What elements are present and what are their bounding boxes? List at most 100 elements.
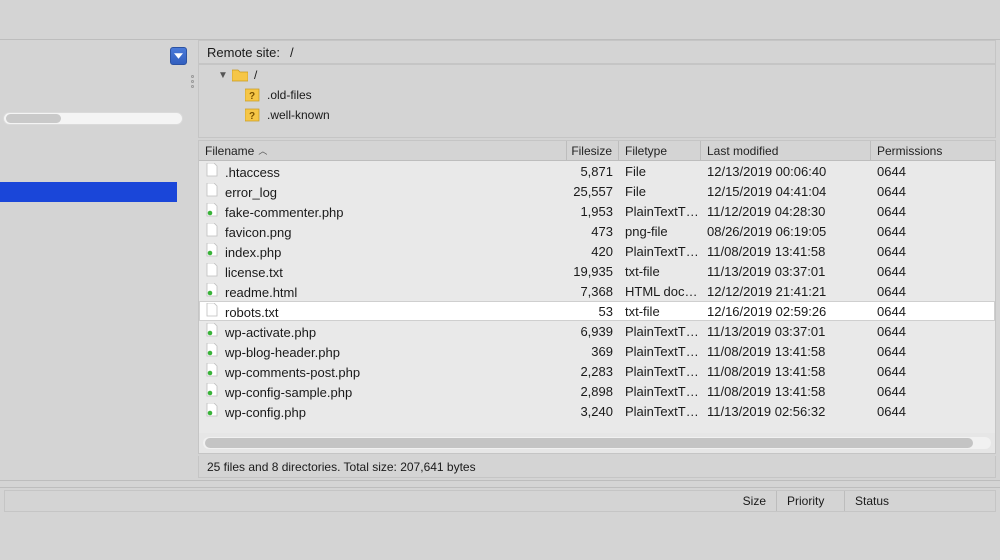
local-selected-row[interactable] bbox=[0, 182, 177, 202]
file-type: PlainTextT… bbox=[619, 364, 701, 379]
file-modified: 11/08/2019 13:41:58 bbox=[701, 384, 871, 399]
file-modified: 11/13/2019 03:37:01 bbox=[701, 324, 871, 339]
file-type: PlainTextT… bbox=[619, 404, 701, 419]
disclosure-triangle-icon[interactable]: ▼ bbox=[217, 70, 229, 81]
file-icon bbox=[205, 403, 219, 417]
file-permissions: 0644 bbox=[871, 344, 981, 359]
file-type: png-file bbox=[619, 224, 701, 239]
file-icon bbox=[205, 343, 219, 357]
file-permissions: 0644 bbox=[871, 384, 981, 399]
file-row[interactable]: fake-commenter.php1,953PlainTextT…11/12/… bbox=[199, 201, 995, 221]
file-listing-header[interactable]: Filename ︿ Filesize Filetype Last modifi… bbox=[199, 141, 995, 161]
file-modified: 11/13/2019 02:56:32 bbox=[701, 404, 871, 419]
file-name: wp-config.php bbox=[225, 405, 306, 420]
file-icon bbox=[205, 163, 219, 177]
file-row[interactable]: license.txt19,935txt-file11/13/2019 03:3… bbox=[199, 261, 995, 281]
local-site-dropdown-button[interactable] bbox=[170, 47, 187, 65]
file-name: wp-comments-post.php bbox=[225, 365, 360, 380]
queue-column-size[interactable]: Size bbox=[709, 491, 777, 511]
file-row[interactable]: readme.html7,368HTML doc…12/12/2019 21:4… bbox=[199, 281, 995, 301]
file-size: 473 bbox=[567, 224, 619, 239]
file-listing-horizontal-scrollbar[interactable] bbox=[203, 437, 991, 449]
file-listing-body[interactable]: .htaccess5,871File12/13/2019 00:06:40064… bbox=[199, 161, 995, 433]
remote-file-listing: Filename ︿ Filesize Filetype Last modifi… bbox=[198, 140, 996, 454]
unknown-folder-icon: ? bbox=[245, 88, 261, 102]
file-size: 7,368 bbox=[567, 284, 619, 299]
file-row[interactable]: favicon.png 473png-file08/26/2019 06:19:0… bbox=[199, 221, 995, 241]
column-header-filetype[interactable]: Filetype bbox=[619, 141, 701, 160]
file-type: File bbox=[619, 184, 701, 199]
file-icon bbox=[205, 383, 219, 397]
column-header-permissions[interactable]: Permissions bbox=[871, 141, 981, 160]
file-row[interactable]: wp-config.php 3,240PlainTextT…11/13/2019 … bbox=[199, 401, 995, 421]
file-size: 2,898 bbox=[567, 384, 619, 399]
local-tree-scrollbar[interactable] bbox=[3, 112, 183, 125]
file-row[interactable]: wp-blog-header.php369PlainTextT…11/08/20… bbox=[199, 341, 995, 361]
file-row[interactable]: wp-config-sample.php2,898PlainTextT…11/0… bbox=[199, 381, 995, 401]
status-text: 25 files and 8 directories. Total size: … bbox=[207, 460, 476, 474]
file-name: wp-activate.php bbox=[225, 325, 316, 340]
file-modified: 08/26/2019 06:19:05 bbox=[701, 224, 871, 239]
tree-child-row[interactable]: ? .well-known bbox=[199, 105, 995, 125]
tree-item-label: .well-known bbox=[267, 108, 330, 122]
tree-item-label: .old-files bbox=[267, 88, 312, 102]
file-row[interactable]: robots.txt53txt-file12/16/2019 02:59:260… bbox=[199, 301, 995, 321]
file-row[interactable]: index.php420PlainTextT…11/08/2019 13:41:… bbox=[199, 241, 995, 261]
vertical-splitter[interactable] bbox=[188, 68, 196, 94]
file-permissions: 0644 bbox=[871, 184, 981, 199]
file-size: 25,557 bbox=[567, 184, 619, 199]
file-permissions: 0644 bbox=[871, 364, 981, 379]
file-name: robots.txt bbox=[225, 305, 278, 320]
file-size: 5,871 bbox=[567, 164, 619, 179]
sort-ascending-icon: ︿ bbox=[258, 144, 267, 157]
remote-site-path-input[interactable]: / bbox=[286, 43, 995, 62]
file-row[interactable]: wp-comments-post.php2,283PlainTextT…11/0… bbox=[199, 361, 995, 381]
horizontal-splitter[interactable] bbox=[0, 480, 1000, 488]
column-header-filename[interactable]: Filename ︿ bbox=[199, 141, 567, 160]
file-modified: 11/08/2019 13:41:58 bbox=[701, 244, 871, 259]
file-icon bbox=[205, 203, 219, 217]
file-name: fake-commenter.php bbox=[225, 205, 344, 220]
file-name: wp-config-sample.php bbox=[225, 385, 352, 400]
file-name: error_log bbox=[225, 185, 277, 200]
tree-child-row[interactable]: ? .old-files bbox=[199, 85, 995, 105]
file-icon bbox=[205, 263, 219, 277]
unknown-folder-icon: ? bbox=[245, 108, 261, 122]
file-modified: 11/08/2019 13:41:58 bbox=[701, 344, 871, 359]
folder-icon bbox=[232, 68, 248, 82]
file-row[interactable]: wp-activate.php 6,939PlainTextT…11/13/201… bbox=[199, 321, 995, 341]
queue-column-label: Status bbox=[855, 494, 889, 508]
file-name: index.php bbox=[225, 245, 281, 260]
file-modified: 11/12/2019 04:28:30 bbox=[701, 204, 871, 219]
column-header-label: Filesize bbox=[571, 144, 612, 158]
queue-column-priority[interactable]: Priority bbox=[777, 491, 845, 511]
remote-directory-tree[interactable]: ▼ / ? .old-files ? .well-known bbox=[198, 64, 996, 138]
queue-column-status[interactable]: Status bbox=[845, 491, 995, 511]
file-permissions: 0644 bbox=[871, 304, 981, 319]
file-type: HTML doc… bbox=[619, 284, 701, 299]
file-name: .htaccess bbox=[225, 165, 280, 180]
file-permissions: 0644 bbox=[871, 324, 981, 339]
column-header-last-modified[interactable]: Last modified bbox=[701, 141, 871, 160]
file-modified: 12/12/2019 21:41:21 bbox=[701, 284, 871, 299]
file-size: 19,935 bbox=[567, 264, 619, 279]
file-row[interactable]: error_log25,557File12/15/2019 04:41:0406… bbox=[199, 181, 995, 201]
chevron-down-icon bbox=[174, 53, 183, 59]
file-row[interactable]: .htaccess5,871File12/13/2019 00:06:40064… bbox=[199, 161, 995, 181]
column-header-label: Permissions bbox=[877, 144, 942, 158]
column-header-filesize[interactable]: Filesize bbox=[567, 141, 619, 160]
remote-site-label: Remote site: bbox=[207, 45, 280, 60]
file-icon bbox=[205, 223, 219, 237]
file-icon bbox=[205, 363, 219, 377]
remote-site-bar: Remote site: / bbox=[198, 40, 996, 64]
file-type: PlainTextT… bbox=[619, 324, 701, 339]
column-header-label: Filetype bbox=[625, 144, 667, 158]
file-size: 420 bbox=[567, 244, 619, 259]
file-modified: 11/13/2019 03:37:01 bbox=[701, 264, 871, 279]
file-size: 2,283 bbox=[567, 364, 619, 379]
column-header-label: Filename bbox=[205, 144, 254, 158]
tree-root-row[interactable]: ▼ / bbox=[199, 65, 995, 85]
file-size: 3,240 bbox=[567, 404, 619, 419]
file-size: 6,939 bbox=[567, 324, 619, 339]
file-name: favicon.png bbox=[225, 225, 292, 240]
